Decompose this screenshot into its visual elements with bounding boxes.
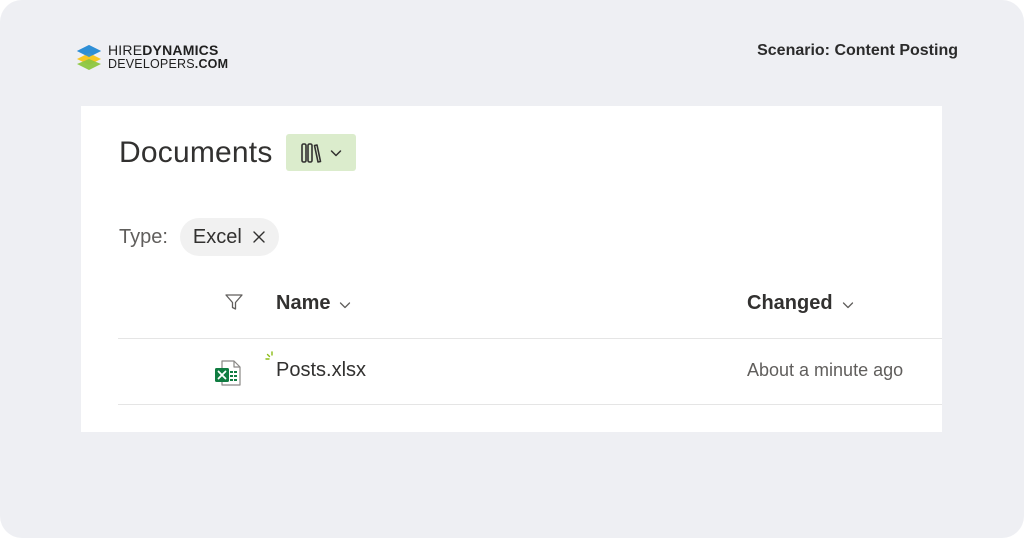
brand-wordmark: HIREDYNAMICS DEVELOPERS.COM <box>108 43 228 71</box>
excel-file-icon <box>215 360 241 386</box>
brand-word-dynamics: DYNAMICS <box>142 42 219 58</box>
file-modified-time: About a minute ago <box>747 360 904 380</box>
column-header-name[interactable]: Name <box>276 292 352 315</box>
brand-word-developers: DEVELOPERS <box>108 57 195 71</box>
column-header-row: Name Changed <box>81 282 942 338</box>
brand-logo[interactable]: HIREDYNAMICS DEVELOPERS.COM <box>76 43 228 71</box>
column-header-changed[interactable]: Changed <box>747 292 855 315</box>
brand-line-2: DEVELOPERS.COM <box>108 57 228 71</box>
table-row[interactable]: Posts.xlsx About a minute ago <box>81 339 942 404</box>
brand-word-com: .COM <box>194 57 229 71</box>
chevron-down-icon <box>330 149 341 156</box>
filter-chip-label: Excel <box>192 225 242 248</box>
library-header: Documents <box>119 134 356 171</box>
chevron-down-icon <box>842 301 853 308</box>
brand-word-hire: HIRE <box>108 42 143 58</box>
filter-chip-excel[interactable]: Excel <box>179 218 279 256</box>
library-icon <box>300 142 321 163</box>
column-header-changed-label: Changed <box>747 292 833 314</box>
scenario-title: Scenario: Content Posting <box>757 42 958 59</box>
close-icon[interactable] <box>252 230 266 244</box>
brand-logo-icon <box>77 45 101 70</box>
file-name-link[interactable]: Posts.xlsx <box>276 359 366 382</box>
chevron-down-icon <box>340 301 351 308</box>
filter-icon[interactable] <box>224 292 244 312</box>
active-filter-row: Type: Excel <box>119 218 279 256</box>
view-switcher-button[interactable] <box>285 134 356 171</box>
document-library-panel: Documents Type: Excel Name Changed Posts… <box>81 106 942 432</box>
row-divider <box>118 404 942 405</box>
filter-label: Type: <box>119 225 168 248</box>
screenshot-canvas: HIREDYNAMICS DEVELOPERS.COM Scenario: Co… <box>0 0 1024 538</box>
brand-line-1: HIREDYNAMICS <box>108 43 228 57</box>
column-header-name-label: Name <box>276 292 331 314</box>
library-title: Documents <box>119 135 273 169</box>
